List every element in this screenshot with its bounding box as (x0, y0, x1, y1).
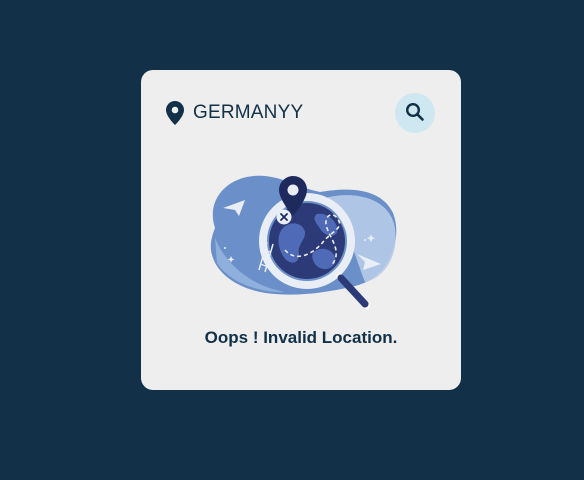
city-search-input[interactable] (193, 102, 383, 124)
location-field (165, 101, 383, 125)
map-pin-icon (165, 101, 185, 125)
weather-card: Oops ! Invalid Location. (141, 70, 461, 390)
search-icon (405, 102, 425, 125)
search-bar (165, 92, 435, 134)
location-not-found-illustration (205, 168, 405, 318)
search-button[interactable] (395, 93, 435, 133)
error-message: Oops ! Invalid Location. (204, 328, 398, 347)
